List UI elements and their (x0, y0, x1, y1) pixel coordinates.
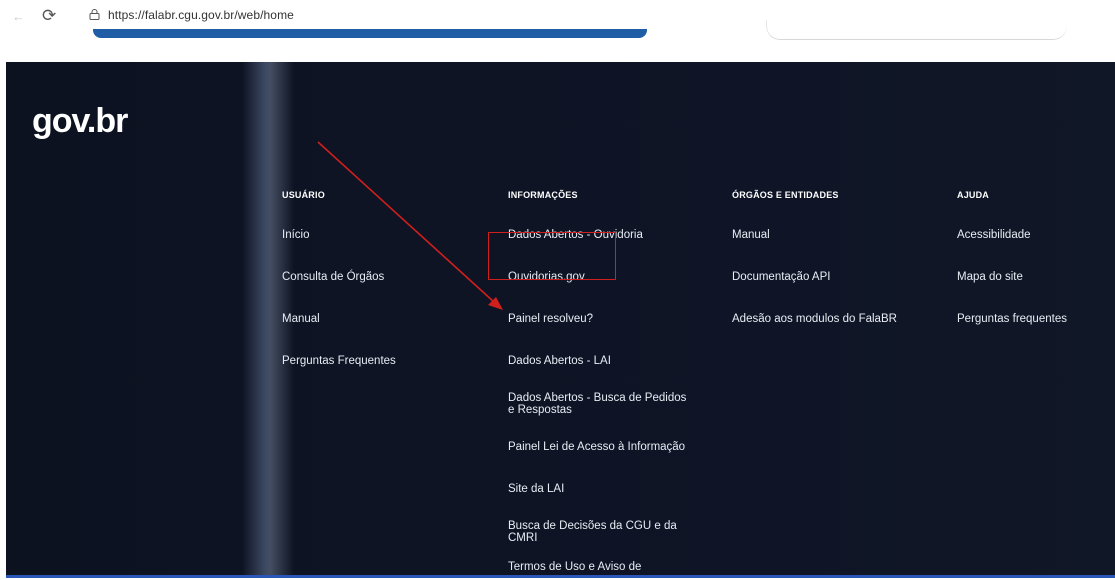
annotation-arrow-icon (317, 141, 503, 310)
